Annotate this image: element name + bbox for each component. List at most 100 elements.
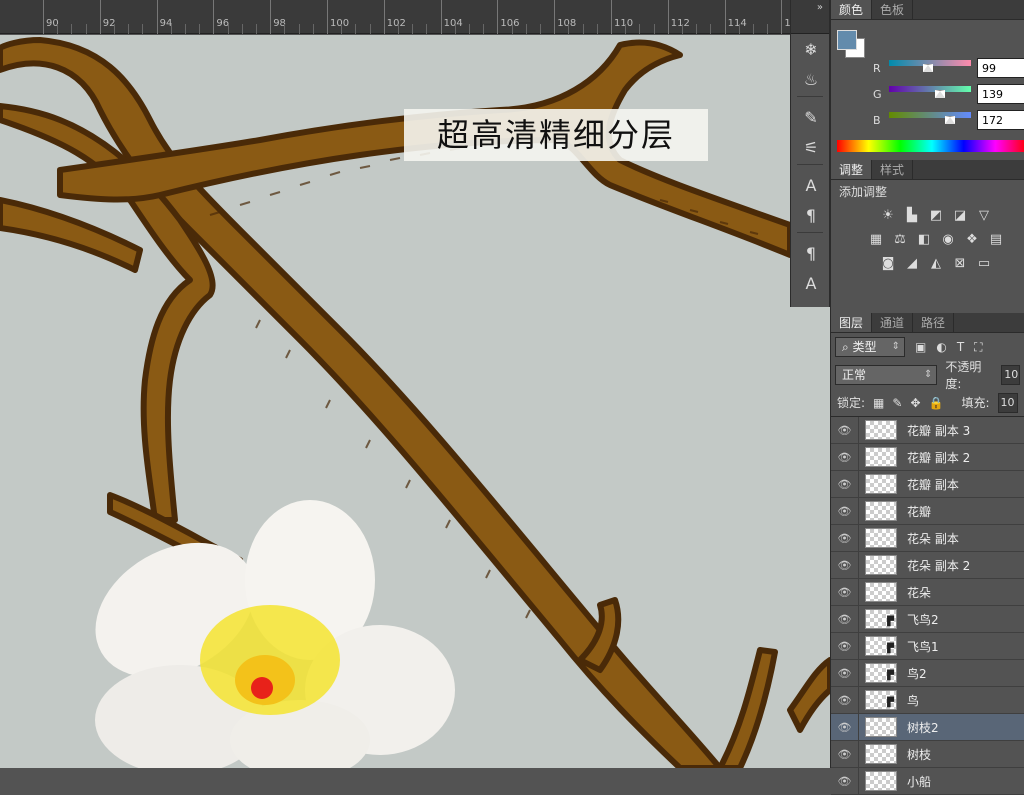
shape-filter-icon[interactable]: ⛶ — [974, 340, 982, 355]
document-canvas[interactable]: 超高清精细分层 — [0, 35, 830, 768]
black-white-icon[interactable]: ◧ — [915, 230, 933, 248]
layer-row[interactable]: 👁 小船 — [831, 767, 1024, 795]
opacity-input[interactable]: 10 — [1001, 365, 1020, 385]
visibility-eye-icon[interactable]: 👁 — [831, 416, 859, 444]
layer-row[interactable]: 👁 花瓣 副本 2 — [831, 443, 1024, 471]
tab-swatches[interactable]: 色板 — [872, 0, 914, 19]
navigator-icon[interactable]: ❄ — [791, 34, 831, 64]
posterize-icon[interactable]: ◢ — [903, 254, 921, 272]
blue-value-input[interactable]: 172 — [977, 110, 1024, 130]
photo-filter-icon[interactable]: ◉ — [939, 230, 957, 248]
threshold-icon[interactable]: ◭ — [927, 254, 945, 272]
lock-pixels-icon[interactable]: ✎ — [892, 396, 902, 410]
layer-row[interactable]: 👁 花瓣 副本 — [831, 470, 1024, 498]
paragraph-icon[interactable]: ¶ — [791, 200, 831, 230]
type-filter-icon[interactable]: T — [957, 340, 964, 354]
tab-adjustments[interactable]: 调整 — [831, 160, 873, 179]
slider-thumb[interactable] — [923, 64, 933, 72]
paragraph-styles-icon[interactable]: ¶ — [791, 238, 831, 268]
green-value-input[interactable]: 139 — [977, 84, 1024, 104]
layer-thumbnail — [865, 420, 897, 440]
image-filter-icon[interactable]: ▣ — [915, 340, 926, 354]
lock-position-icon[interactable]: ✥ — [910, 396, 920, 410]
layer-name: 小船 — [907, 774, 932, 789]
ruler-minor-tick — [767, 24, 769, 34]
hue-saturation-icon[interactable]: ▦ — [867, 230, 885, 248]
adjustment-filter-icon[interactable]: ◐ — [936, 340, 946, 354]
collapse-panels-button[interactable]: » — [791, 0, 829, 34]
gradient-map-icon[interactable]: ▭ — [975, 254, 993, 272]
layer-row[interactable]: 👁 花朵 副本 — [831, 524, 1024, 552]
layer-row[interactable]: 👁 ▛ 鸟 — [831, 686, 1024, 714]
brush-presets-icon[interactable]: ✎ — [791, 102, 831, 132]
visibility-eye-icon[interactable]: 👁 — [831, 578, 859, 606]
character-styles-icon[interactable]: A — [791, 268, 831, 298]
red-value-input[interactable]: 99 — [977, 58, 1024, 78]
layer-row[interactable]: 👁 花瓣 副本 3 — [831, 416, 1024, 444]
lock-all-icon[interactable]: 🔒 — [929, 396, 944, 410]
blend-mode-select[interactable]: 正常 — [835, 365, 938, 385]
lock-transparency-icon[interactable]: ▦ — [873, 396, 884, 410]
visibility-eye-icon[interactable]: 👁 — [831, 632, 859, 660]
tab-layers[interactable]: 图层 — [831, 313, 873, 332]
filter-kind-select[interactable]: ⌕ 类型 — [835, 337, 905, 357]
visibility-eye-icon[interactable]: 👁 — [831, 713, 859, 741]
slider-thumb[interactable] — [935, 90, 945, 98]
blue-slider[interactable] — [889, 112, 971, 124]
visibility-eye-icon[interactable]: 👁 — [831, 767, 859, 795]
layer-row[interactable]: 👁 ▛ 飞鸟2 — [831, 605, 1024, 633]
tab-styles[interactable]: 样式 — [872, 160, 914, 179]
layer-row[interactable]: 👁 花朵 副本 2 — [831, 551, 1024, 579]
ruler-minor-tick — [227, 24, 229, 34]
visibility-eye-icon[interactable]: 👁 — [831, 740, 859, 768]
blend-row: 正常 不透明度: 10 — [831, 360, 1024, 391]
tab-color[interactable]: 颜色 — [831, 0, 873, 19]
histogram-icon[interactable]: ♨ — [791, 64, 831, 94]
visibility-eye-icon[interactable]: 👁 — [831, 686, 859, 714]
layer-row[interactable]: 👁 树枝2 — [831, 713, 1024, 741]
visibility-eye-icon[interactable]: 👁 — [831, 605, 859, 633]
slider-thumb[interactable] — [945, 116, 955, 124]
fill-input[interactable]: 10 — [997, 392, 1018, 413]
tab-paths[interactable]: 路径 — [913, 313, 955, 332]
invert-icon[interactable]: ◙ — [879, 254, 897, 272]
color-balance-icon[interactable]: ⚖ — [891, 230, 909, 248]
visibility-eye-icon[interactable]: 👁 — [831, 659, 859, 687]
vibrance-icon[interactable]: ▽ — [975, 206, 993, 224]
brightness-contrast-icon[interactable]: ☀ — [879, 206, 897, 224]
divider — [797, 164, 823, 168]
ruler-minor-tick — [710, 24, 712, 34]
curves-icon[interactable]: ◩ — [927, 206, 945, 224]
visibility-eye-icon[interactable]: 👁 — [831, 443, 859, 471]
layer-row[interactable]: 👁 ▛ 飞鸟1 — [831, 632, 1024, 660]
lock-label: 锁定: — [837, 396, 866, 410]
visibility-eye-icon[interactable]: 👁 — [831, 470, 859, 498]
channel-mixer-icon[interactable]: ❖ — [963, 230, 981, 248]
brush-settings-icon[interactable]: ⚟ — [791, 132, 831, 162]
visibility-eye-icon[interactable]: 👁 — [831, 524, 859, 552]
color-spectrum-bar[interactable] — [837, 140, 1024, 152]
exposure-icon[interactable]: ◪ — [951, 206, 969, 224]
tab-channels[interactable]: 通道 — [872, 313, 914, 332]
layer-row[interactable]: 👁 ▛ 鸟2 — [831, 659, 1024, 687]
layer-thumbnail: ▛ — [865, 636, 897, 656]
selective-color-icon[interactable]: ⊠ — [951, 254, 969, 272]
layer-row[interactable]: 👁 花瓣 — [831, 497, 1024, 525]
ruler-minor-tick — [412, 24, 414, 34]
color-lookup-icon[interactable]: ▤ — [987, 230, 1005, 248]
ruler-tick — [43, 0, 44, 34]
levels-icon[interactable]: ▙ — [903, 206, 921, 224]
visibility-eye-icon[interactable]: 👁 — [831, 551, 859, 579]
layer-row[interactable]: 👁 花朵 — [831, 578, 1024, 606]
ruler-minor-tick — [170, 24, 172, 34]
channel-r-label: R — [873, 62, 881, 75]
ruler-tick — [497, 0, 499, 34]
ruler-minor-tick — [284, 24, 286, 34]
foreground-color-swatch[interactable] — [837, 30, 857, 50]
ruler-minor-tick — [128, 24, 130, 34]
character-icon[interactable]: A — [791, 170, 831, 200]
layer-row[interactable]: 👁 树枝 — [831, 740, 1024, 768]
green-slider[interactable] — [889, 86, 971, 98]
red-slider[interactable] — [889, 60, 971, 72]
visibility-eye-icon[interactable]: 👁 — [831, 497, 859, 525]
